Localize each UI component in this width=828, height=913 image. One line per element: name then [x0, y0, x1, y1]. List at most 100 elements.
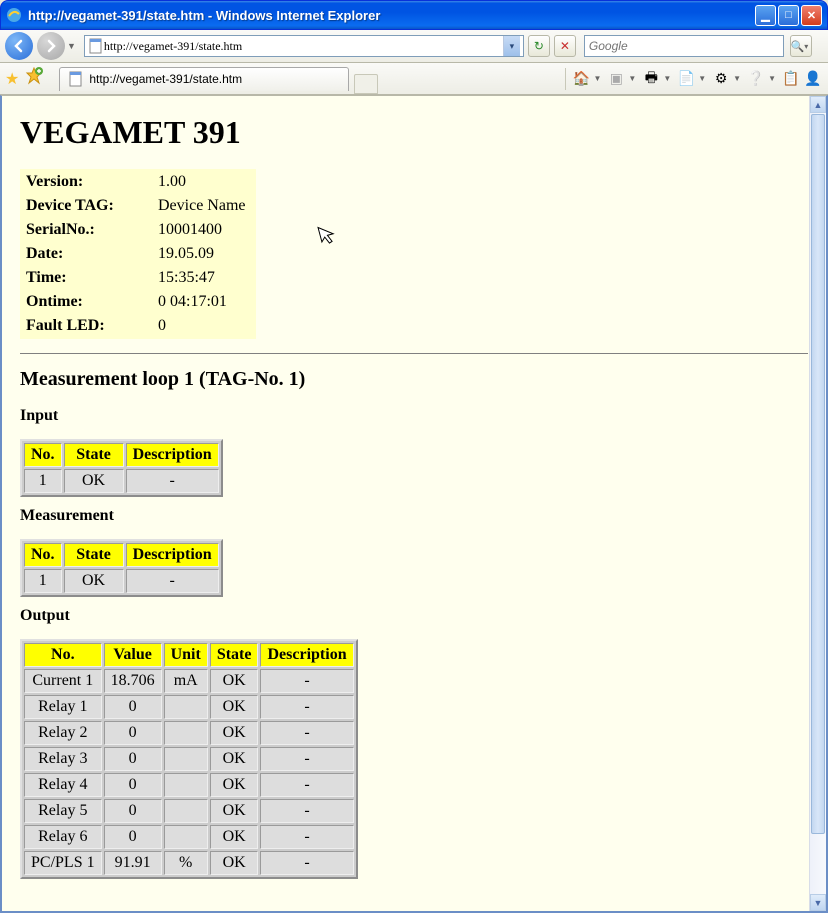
table-header-row: No. Value Unit State Description	[24, 643, 354, 667]
info-row-ontime: Ontime:0 04:17:01	[22, 291, 254, 313]
window-title: http://vegamet-391/state.htm - Windows I…	[28, 8, 755, 23]
cell-unit	[164, 773, 208, 797]
cell-unit	[164, 799, 208, 823]
cell-desc: -	[260, 721, 353, 745]
col-unit: Unit	[164, 643, 208, 667]
table-row: Relay 50OK-	[24, 799, 354, 823]
address-bar[interactable]: ▾	[84, 35, 524, 57]
value: 0	[154, 315, 254, 337]
nav-history-dropdown[interactable]: ▼	[67, 41, 76, 51]
cell-no: PC/PLS 1	[24, 851, 102, 875]
cell-no: Relay 3	[24, 747, 102, 771]
close-button[interactable]: ✕	[801, 5, 822, 26]
forward-button[interactable]	[37, 32, 65, 60]
divider	[20, 353, 808, 354]
col-no: No.	[24, 543, 62, 567]
input-table: No. State Description 1 OK -	[20, 439, 223, 497]
magnifier-icon: 🔍	[791, 40, 805, 53]
table-row: 1 OK -	[24, 569, 219, 593]
loop-heading: Measurement loop 1 (TAG-No. 1)	[20, 368, 808, 391]
cell-no: 1	[24, 569, 62, 593]
home-icon[interactable]: 🏠	[571, 69, 591, 89]
cell-desc: -	[260, 695, 353, 719]
info-row-time: Time:15:35:47	[22, 267, 254, 289]
label: Time:	[22, 267, 152, 289]
table-header-row: No. State Description	[24, 543, 219, 567]
feeds-icon[interactable]: ▣	[606, 69, 626, 89]
arrow-right-icon	[44, 39, 58, 53]
cell-value: 0	[104, 825, 162, 849]
research-icon[interactable]: 📋	[781, 69, 801, 89]
new-tab-button[interactable]	[354, 74, 378, 94]
value: 19.05.09	[154, 243, 254, 265]
table-header-row: No. State Description	[24, 443, 219, 467]
col-state: State	[64, 543, 124, 567]
cell-desc: -	[126, 469, 219, 493]
search-button[interactable]: 🔍▾	[790, 35, 812, 57]
refresh-button[interactable]: ↻	[528, 35, 550, 57]
col-state: State	[210, 643, 259, 667]
maximize-button[interactable]: □	[778, 5, 799, 26]
add-favorite-icon[interactable]	[25, 67, 43, 90]
info-row-version: Version:1.00	[22, 171, 254, 193]
cell-state: OK	[210, 695, 259, 719]
cell-value: 91.91	[104, 851, 162, 875]
tools-dropdown[interactable]: ▼	[733, 74, 741, 83]
cell-desc: -	[126, 569, 219, 593]
col-value: Value	[104, 643, 162, 667]
search-dropdown[interactable]: ▾	[804, 42, 808, 51]
cell-no: 1	[24, 469, 62, 493]
cell-desc: -	[260, 773, 353, 797]
tools-icon[interactable]: ⚙	[711, 69, 731, 89]
search-input[interactable]	[585, 39, 783, 53]
cell-state: OK	[64, 569, 124, 593]
minimize-button[interactable]: ▁	[755, 5, 776, 26]
table-row: Current 118.706mAOK-	[24, 669, 354, 693]
col-no: No.	[24, 443, 62, 467]
col-desc: Description	[126, 543, 219, 567]
label: Fault LED:	[22, 315, 152, 337]
stop-icon: ✕	[560, 39, 570, 53]
cell-unit	[164, 825, 208, 849]
feeds-dropdown[interactable]: ▼	[628, 74, 636, 83]
browser-tab[interactable]: http://vegamet-391/state.htm	[59, 67, 349, 91]
table-row: Relay 30OK-	[24, 747, 354, 771]
favorites-star-icon[interactable]: ★	[5, 69, 19, 89]
vertical-scrollbar[interactable]: ▲ ▼	[809, 96, 826, 911]
cell-value: 0	[104, 773, 162, 797]
cell-no: Relay 2	[24, 721, 102, 745]
navigation-toolbar: ▼ ▾ ↻ ✕ 🔍▾	[0, 30, 828, 63]
help-dropdown[interactable]: ▼	[768, 74, 776, 83]
page-content: VEGAMET 391 Version:1.00 Device TAG:Devi…	[2, 96, 826, 911]
cell-unit	[164, 695, 208, 719]
separator	[565, 68, 566, 90]
cell-no: Current 1	[24, 669, 102, 693]
cell-state: OK	[210, 825, 259, 849]
label: Date:	[22, 243, 152, 265]
home-dropdown[interactable]: ▼	[593, 74, 601, 83]
arrow-left-icon	[12, 39, 26, 53]
info-row-serial: SerialNo.:10001400	[22, 219, 254, 241]
cell-no: Relay 6	[24, 825, 102, 849]
table-row: PC/PLS 191.91%OK-	[24, 851, 354, 875]
back-button[interactable]	[5, 32, 33, 60]
search-box[interactable]	[584, 35, 784, 57]
help-icon[interactable]: ❔	[746, 69, 766, 89]
page-dropdown[interactable]: ▼	[698, 74, 706, 83]
value: 1.00	[154, 171, 254, 193]
address-dropdown[interactable]: ▾	[503, 36, 520, 56]
messenger-icon[interactable]: 👤	[803, 69, 823, 89]
refresh-icon: ↻	[534, 39, 544, 53]
page-icon	[88, 38, 104, 54]
address-input[interactable]	[104, 39, 503, 54]
print-dropdown[interactable]: ▼	[663, 74, 671, 83]
measurement-table: No. State Description 1 OK -	[20, 539, 223, 597]
section-label-output: Output	[20, 607, 808, 625]
stop-button[interactable]: ✕	[554, 35, 576, 57]
scroll-down-arrow[interactable]: ▼	[810, 894, 826, 911]
print-icon[interactable]: 🖶	[641, 69, 661, 89]
page-menu-icon[interactable]: 📄	[676, 69, 696, 89]
scroll-thumb[interactable]	[811, 114, 825, 834]
scroll-up-arrow[interactable]: ▲	[810, 96, 826, 113]
output-table: No. Value Unit State Description Current…	[20, 639, 358, 879]
